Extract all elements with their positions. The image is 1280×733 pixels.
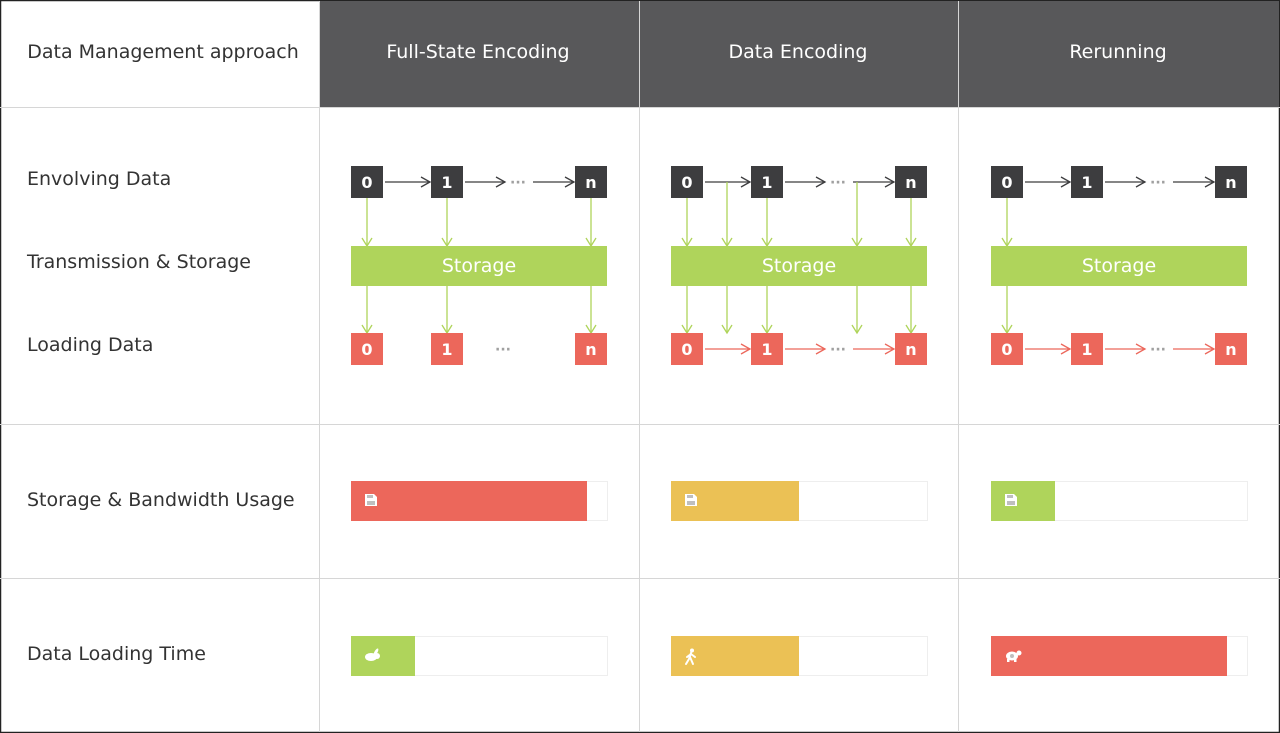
- data-encoding-loading-time-bar: [671, 636, 928, 676]
- full-state-encoding-loaded-1: 1: [431, 333, 463, 365]
- full-state-encoding-storage-usage-bar-fill: [351, 481, 587, 521]
- svg-text:0: 0: [681, 340, 692, 359]
- full-state-encoding-evolve-ellipsis: ···: [510, 175, 526, 191]
- svg-text:1: 1: [1081, 340, 1092, 359]
- svg-text:n: n: [585, 173, 596, 192]
- full-state-encoding-loading-time-bar-fill: [351, 636, 415, 676]
- svg-text:n: n: [905, 340, 916, 359]
- data-encoding-loaded-ellipsis: ···: [830, 342, 846, 358]
- header-rerunning: Rerunning: [1069, 41, 1166, 63]
- svg-text:0: 0: [1001, 340, 1012, 359]
- comparison-table: Data Management approach Full-State Enco…: [0, 0, 1280, 733]
- svg-text:1: 1: [761, 173, 772, 192]
- header-data-encoding: Data Encoding: [729, 41, 868, 63]
- floppy-disk-icon: [685, 494, 697, 506]
- rerunning-storage-label: Storage: [1082, 255, 1156, 277]
- row-label-loading-data: Loading Data: [27, 334, 153, 356]
- floppy-disk-icon: [365, 494, 377, 506]
- rerunning-loading-time-bar-fill: [991, 636, 1227, 676]
- data-encoding-storage-usage-bar: [671, 481, 928, 521]
- full-state-encoding-loaded-0: 0: [351, 333, 383, 365]
- row-label-evolving-data: Envolving Data: [27, 168, 171, 190]
- svg-text:1: 1: [441, 173, 452, 192]
- data-encoding-loaded-n: n: [895, 333, 927, 365]
- rerunning-state-0: 0: [991, 166, 1023, 198]
- svg-text:n: n: [585, 340, 596, 359]
- header-row-label: Data Management approach: [27, 41, 299, 63]
- data-encoding-state-n: n: [895, 166, 927, 198]
- rerunning-storage-usage-bar: [991, 481, 1248, 521]
- rerunning-state-1: 1: [1071, 166, 1103, 198]
- rerunning-storage-usage-bar-fill: [991, 481, 1055, 521]
- svg-text:0: 0: [361, 340, 372, 359]
- svg-text:1: 1: [1081, 173, 1092, 192]
- rerunning-loaded-ellipsis: ···: [1150, 342, 1166, 358]
- floppy-disk-icon: [1005, 494, 1017, 506]
- full-state-encoding-storage-label: Storage: [442, 255, 516, 277]
- comparison-diagram: Data Management approach Full-State Enco…: [0, 0, 1280, 733]
- rerunning-loaded-0: 0: [991, 333, 1023, 365]
- rerunning-loading-time-bar: [991, 636, 1248, 676]
- full-state-encoding-state-1: 1: [431, 166, 463, 198]
- svg-text:1: 1: [441, 340, 452, 359]
- svg-text:n: n: [905, 173, 916, 192]
- rerunning-state-n: n: [1215, 166, 1247, 198]
- full-state-encoding-state-n: n: [575, 166, 607, 198]
- svg-text:0: 0: [361, 173, 372, 192]
- data-encoding-evolve-ellipsis: ···: [830, 175, 846, 191]
- data-encoding-state-1: 1: [751, 166, 783, 198]
- rerunning-evolve-ellipsis: ···: [1150, 175, 1166, 191]
- row-label-data-loading-time: Data Loading Time: [27, 643, 206, 665]
- svg-text:0: 0: [1001, 173, 1012, 192]
- row-label-transmission-storage: Transmission & Storage: [26, 251, 251, 273]
- row-label-storage-bandwidth: Storage & Bandwidth Usage: [27, 489, 295, 511]
- full-state-encoding-loaded-ellipsis: ···: [495, 342, 511, 358]
- data-encoding-storage-label: Storage: [762, 255, 836, 277]
- data-encoding-loaded-0: 0: [671, 333, 703, 365]
- full-state-encoding-state-0: 0: [351, 166, 383, 198]
- full-state-encoding-storage-usage-bar: [351, 481, 608, 521]
- svg-text:1: 1: [761, 340, 772, 359]
- full-state-encoding-loading-time-bar: [351, 636, 608, 676]
- rerunning-loaded-n: n: [1215, 333, 1247, 365]
- svg-text:0: 0: [681, 173, 692, 192]
- data-encoding-loaded-1: 1: [751, 333, 783, 365]
- header-full-state-encoding: Full-State Encoding: [386, 41, 569, 63]
- rerunning-loaded-1: 1: [1071, 333, 1103, 365]
- full-state-encoding-loaded-n: n: [575, 333, 607, 365]
- svg-text:n: n: [1225, 173, 1236, 192]
- data-encoding-state-0: 0: [671, 166, 703, 198]
- svg-text:n: n: [1225, 340, 1236, 359]
